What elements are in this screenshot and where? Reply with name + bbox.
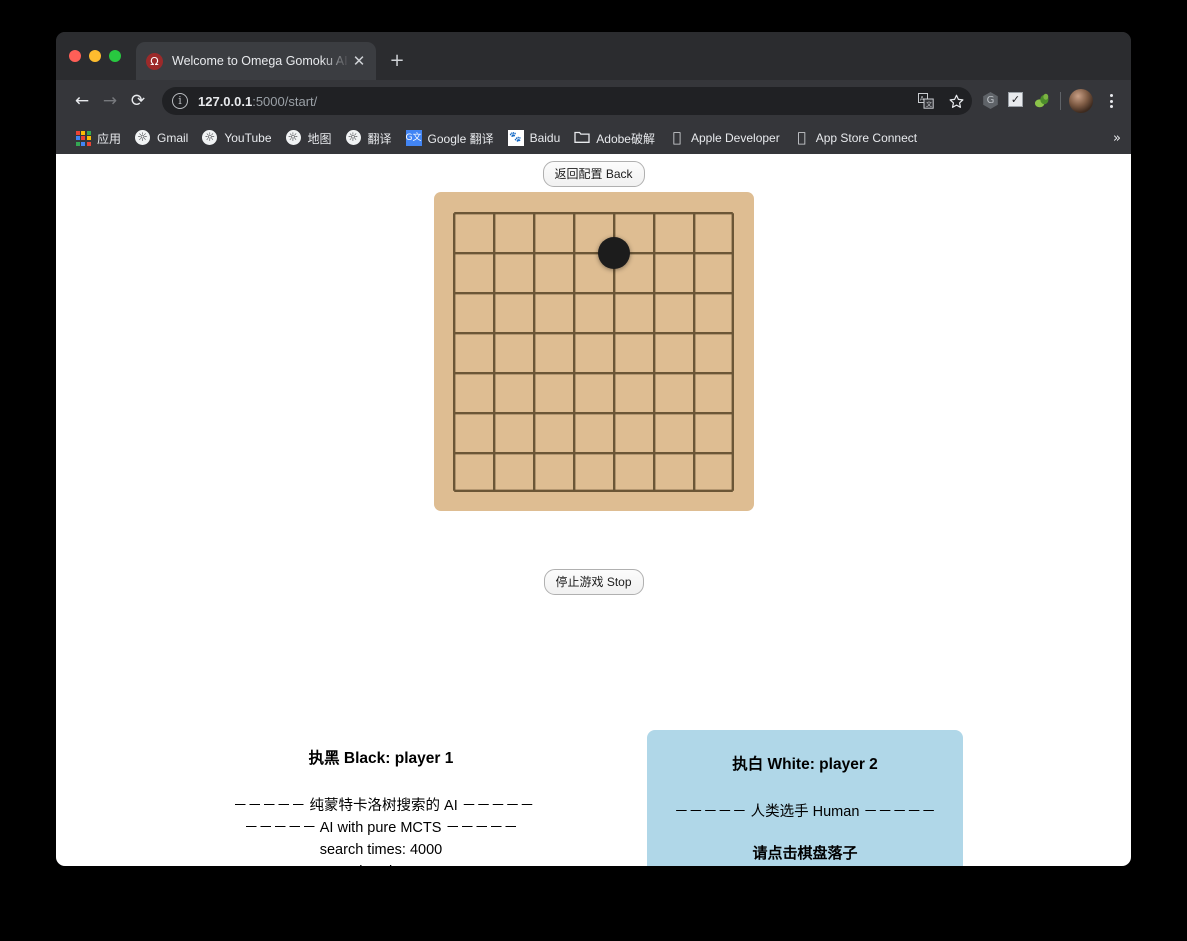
bookmark-translate[interactable]: ☼ 翻译 [339, 127, 399, 150]
translate-icon[interactable]: A 文 [914, 89, 938, 113]
bookmark-youtube[interactable]: ☼ YouTube [195, 127, 278, 149]
bookmark-label: Gmail [157, 131, 189, 145]
stop-game-button[interactable]: 停止游戏 Stop [543, 569, 644, 595]
tab-strip: Ω Welcome to Omega Gomoku AI ✕ + [56, 32, 1131, 80]
bookmark-maps[interactable]: ☼ 地图 [279, 127, 339, 150]
bookmark-google-translate[interactable]: G文 Google 翻译 [399, 127, 501, 150]
panel-title-white: 执白 White: player 2 [732, 756, 878, 773]
window-close-button[interactable] [69, 50, 81, 62]
bookmark-apps[interactable]: 应用 [68, 127, 128, 150]
tab-title: Welcome to Omega Gomoku AI [172, 54, 348, 68]
bookmark-label: Google 翻译 [427, 131, 494, 146]
panel-title-black: 执黑 Black: player 1 [308, 750, 454, 767]
page-content: 返回配置 Back 停止游戏 Stop 执黑 Black: player 1 －… [56, 154, 1131, 866]
svg-text:文: 文 [926, 101, 932, 109]
bookmark-label: 应用 [97, 131, 122, 146]
panel-status-en: Please click on the board [657, 865, 953, 866]
extension-checkbox-icon[interactable]: ✓ [1008, 92, 1026, 110]
back-to-config-button[interactable]: 返回配置 Back [542, 161, 645, 187]
url-text: 127.0.0.1:5000/start/ [198, 94, 317, 109]
player-panel-white: 执白 White: player 2 －－－－－ 人类选手 Human －－－－… [647, 730, 963, 866]
bookmark-label: 地图 [307, 131, 332, 146]
bookmark-label: App Store Connect [815, 131, 918, 145]
gomoku-board[interactable] [434, 192, 754, 511]
bookmarks-bar: 应用 ☼ Gmail ☼ YouTube ☼ 地图 ☼ 翻译 G文 Google… [56, 122, 1131, 154]
player-panel-black: 执黑 Black: player 1 －－－－－ 纯蒙特卡洛树搜索的 AI －－… [223, 724, 539, 866]
bookmark-gmail[interactable]: ☼ Gmail [128, 127, 195, 149]
bookmark-label: Apple Developer [690, 131, 780, 145]
globe-icon: ☼ [202, 130, 218, 146]
tab-close-icon[interactable]: ✕ [350, 52, 368, 70]
google-translate-icon: G文 [405, 130, 422, 146]
omnibox-actions: A 文 [914, 89, 968, 113]
panel-search-times: search times: 4000 [319, 842, 443, 858]
browser-menu-icon[interactable] [1101, 94, 1121, 108]
avatar[interactable] [1069, 89, 1093, 113]
extension-hexagon-icon[interactable]: G [982, 92, 1000, 110]
bookmark-app-store-connect[interactable]:  App Store Connect [787, 127, 924, 149]
bookmark-label: Adobe破解 [596, 131, 655, 146]
browser-tab[interactable]: Ω Welcome to Omega Gomoku AI ✕ [136, 42, 376, 80]
bookmark-star-icon[interactable] [944, 89, 968, 113]
panel-status-cn: 请点击棋盘落子 [752, 845, 858, 862]
new-tab-plus-icon[interactable]: + [386, 51, 408, 73]
url-host: 127.0.0.1 [198, 93, 253, 109]
toolbar-right-actions: G ✓ [982, 89, 1121, 113]
bookmark-label: YouTube [224, 131, 272, 145]
bookmark-label: Baidu [529, 131, 561, 145]
reload-icon[interactable]: ⟳ [124, 87, 152, 115]
browser-toolbar: ← → ⟳ i 127.0.0.1:5000/start/ A 文 G ✓ [56, 80, 1131, 122]
window-controls [69, 50, 121, 62]
globe-icon: ☼ [285, 130, 302, 146]
bookmarks-overflow-icon[interactable]: » [1113, 131, 1121, 146]
site-info-icon[interactable]: i [172, 93, 188, 109]
window-minimize-button[interactable] [89, 50, 101, 62]
apple-icon:  [669, 130, 685, 146]
baidu-icon: 🐾 [507, 130, 524, 146]
folder-icon [574, 130, 590, 146]
stone-black [598, 237, 630, 269]
panel-line-human: －－－－－ 人类选手 Human －－－－－ [674, 804, 936, 820]
address-bar[interactable]: i 127.0.0.1:5000/start/ A 文 [162, 87, 972, 115]
forward-arrow-icon[interactable]: → [96, 87, 124, 115]
browser-window: Ω Welcome to Omega Gomoku AI ✕ + ← → ⟳ i… [56, 32, 1131, 866]
globe-icon: ☼ [345, 130, 362, 146]
panel-greedy-value: greedy value: 5.0 [233, 861, 529, 866]
apps-grid-icon [75, 130, 91, 146]
extension-green-icon[interactable] [1034, 92, 1052, 110]
bookmark-folder-adobe[interactable]: Adobe破解 [567, 127, 662, 150]
bookmark-baidu[interactable]: 🐾 Baidu [501, 127, 568, 149]
panel-line-en: －－－－－ AI with pure MCTS －－－－－ [244, 820, 518, 836]
panel-line-cn: －－－－－ 纯蒙特卡洛树搜索的 AI －－－－－ [233, 798, 535, 814]
apple-icon:  [794, 130, 810, 146]
globe-icon: ☼ [135, 130, 151, 146]
back-arrow-icon[interactable]: ← [68, 87, 96, 115]
omega-favicon-icon: Ω [146, 52, 163, 70]
board-grid [453, 212, 734, 492]
toolbar-divider [1060, 92, 1061, 110]
window-maximize-button[interactable] [109, 50, 121, 62]
bookmark-label: 翻译 [367, 131, 392, 146]
bookmark-apple-developer[interactable]:  Apple Developer [662, 127, 787, 149]
url-path: :5000/start/ [252, 93, 318, 109]
